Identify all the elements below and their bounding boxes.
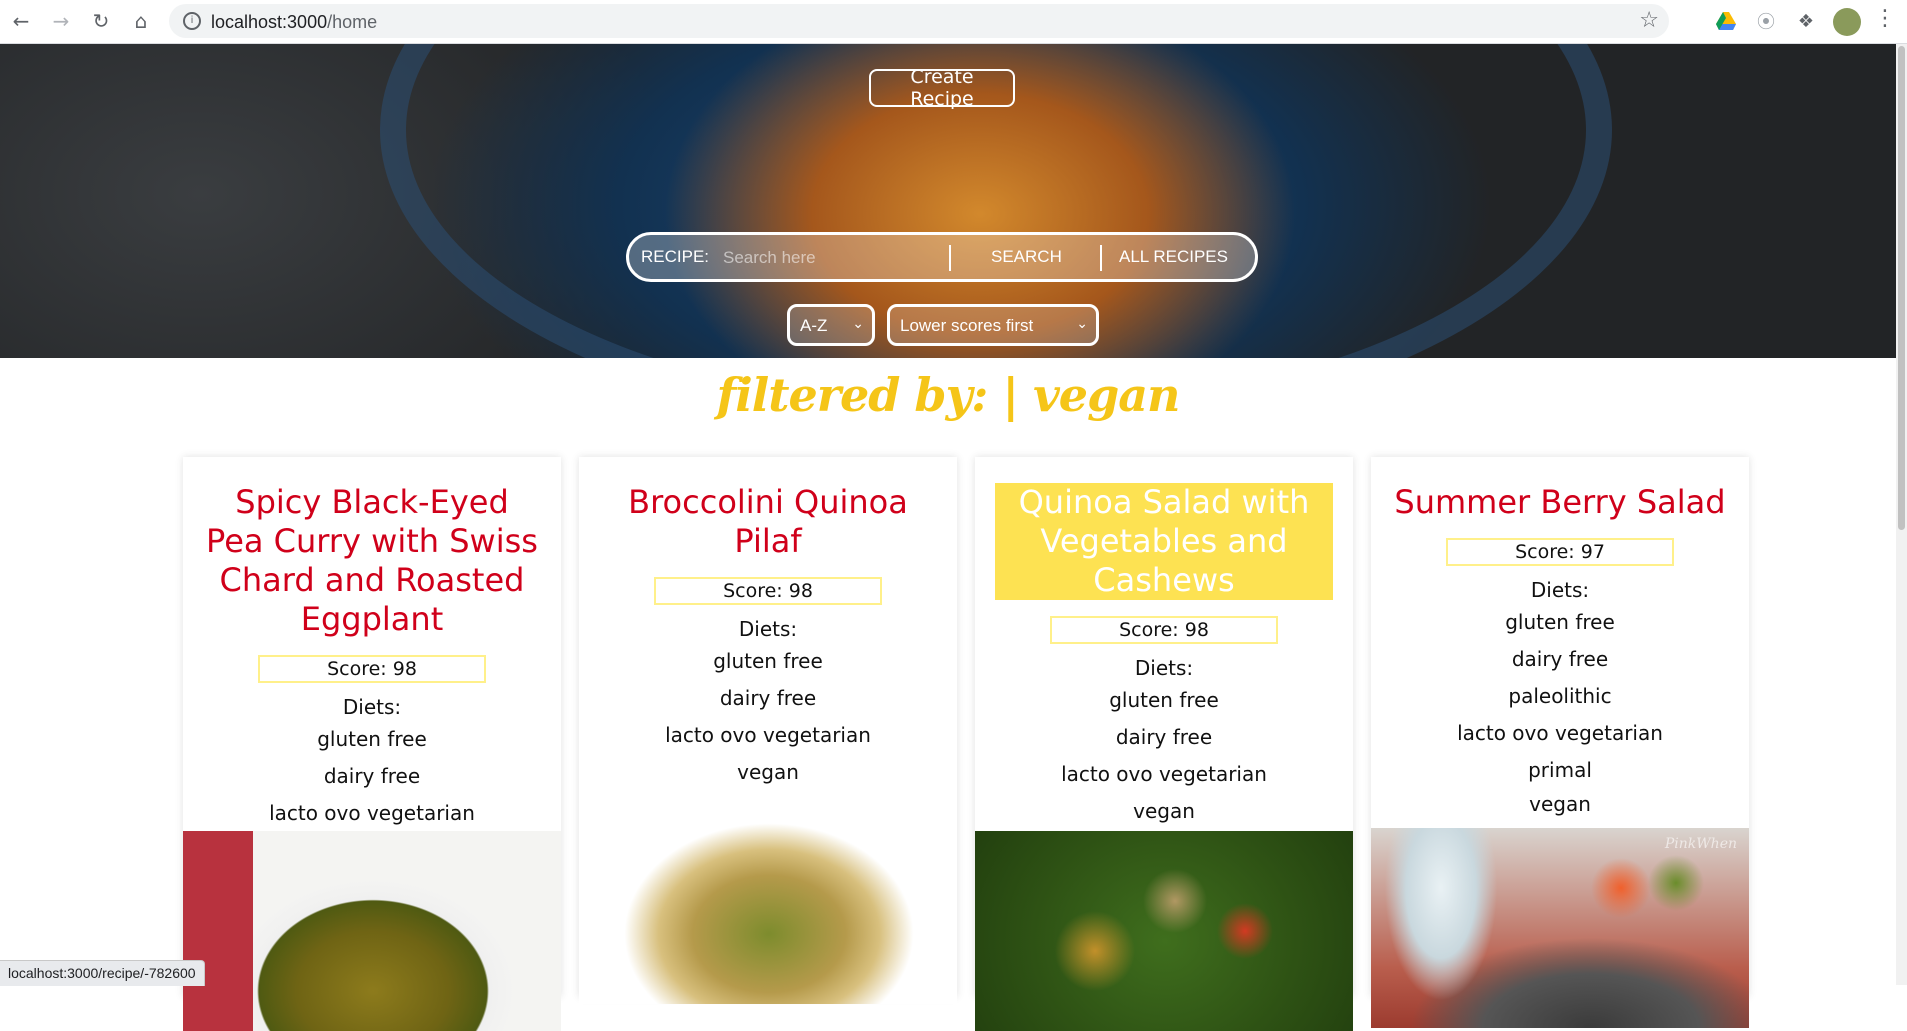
score-sort-select[interactable]: Lower scores first ⌄ <box>887 304 1099 346</box>
divider <box>949 245 951 271</box>
profile-avatar[interactable] <box>1833 8 1861 36</box>
recipe-title[interactable]: Spicy Black-Eyed Pea Curry with Swiss Ch… <box>203 483 541 639</box>
forward-arrow-icon[interactable]: → <box>48 8 74 34</box>
recipe-card[interactable]: Quinoa Salad with Vegetables and Cashews… <box>975 457 1353 1031</box>
address-bar[interactable]: i localhost:3000/home ☆ <box>169 4 1669 38</box>
score-sort-value: Lower scores first <box>900 316 1034 335</box>
url-path: /home <box>327 12 378 32</box>
alphabetical-sort-select[interactable]: A-Z ⌄ <box>787 304 875 346</box>
back-arrow-icon[interactable]: ← <box>8 8 34 34</box>
recipe-card[interactable]: Summer Berry Salad Score: 97 Diets: glut… <box>1371 457 1749 1028</box>
recipe-score: Score: 98 <box>258 655 486 683</box>
recipe-score: Score: 98 <box>1050 616 1278 644</box>
diets-label: Diets: <box>1134 656 1194 680</box>
diet-item: gluten free <box>1109 688 1219 712</box>
recipe-image[interactable] <box>183 831 561 1031</box>
diet-item: primal <box>1528 758 1592 782</box>
filter-heading: filtered by: | vegan <box>716 368 1181 422</box>
info-icon[interactable]: i <box>183 12 201 30</box>
recipe-title[interactable]: Quinoa Salad with Vegetables and Cashews <box>995 483 1333 600</box>
reload-icon[interactable]: ↻ <box>88 8 114 34</box>
diet-item: paleolithic <box>1508 684 1612 708</box>
page-scrollbar[interactable] <box>1896 44 1907 985</box>
recipe-score: Score: 97 <box>1446 538 1674 566</box>
address-url[interactable]: localhost:3000/home <box>211 12 377 33</box>
browser-toolbar: ← → ↻ ⌂ i localhost:3000/home ☆ ⦿ ❖ ⋮ <box>0 0 1907 44</box>
search-button[interactable]: SEARCH <box>991 247 1062 267</box>
all-recipes-button[interactable]: ALL RECIPES <box>1119 247 1228 267</box>
recipe-title[interactable]: Summer Berry Salad <box>1391 483 1729 522</box>
diet-item: lacto ovo vegetarian <box>1061 762 1267 786</box>
diet-item: lacto ovo vegetarian <box>269 801 475 825</box>
puzzle-icon[interactable]: ❖ <box>1794 9 1818 33</box>
diet-item: gluten free <box>713 649 823 673</box>
diet-item: gluten free <box>317 727 427 751</box>
extension-icon[interactable]: ⦿ <box>1754 9 1778 33</box>
diets-label: Diets: <box>342 695 402 719</box>
image-watermark: PinkWhen <box>1664 836 1737 852</box>
create-recipe-button[interactable]: Create Recipe <box>869 66 1015 110</box>
hero-banner: Create Recipe RECIPE: SEARCH ALL RECIPES… <box>0 44 1896 358</box>
diet-item: dairy free <box>1511 647 1609 671</box>
diet-item: vegan <box>1133 799 1195 823</box>
diet-item: vegan <box>1529 792 1591 816</box>
scrollbar-thumb[interactable] <box>1898 46 1905 530</box>
diet-item: lacto ovo vegetarian <box>1457 721 1663 745</box>
diet-item: dairy free <box>323 764 421 788</box>
search-input[interactable] <box>721 244 960 272</box>
recipe-image[interactable]: PinkWhen <box>1371 828 1749 1028</box>
recipe-card[interactable]: Spicy Black-Eyed Pea Curry with Swiss Ch… <box>183 457 561 1031</box>
recipe-score: Score: 98 <box>654 577 882 605</box>
search-label: RECIPE: <box>641 247 710 266</box>
recipe-image[interactable] <box>975 831 1353 1031</box>
home-icon[interactable]: ⌂ <box>128 8 154 34</box>
diet-item: dairy free <box>1115 725 1213 749</box>
search-bar: RECIPE: SEARCH ALL RECIPES <box>626 232 1258 282</box>
napkin-decoration <box>183 831 253 1031</box>
recipe-title[interactable]: Broccolini Quinoa Pilaf <box>599 483 937 561</box>
recipe-card[interactable]: Broccolini Quinoa Pilaf Score: 98 Diets:… <box>579 457 957 1004</box>
chevron-down-icon: ⌄ <box>852 315 864 331</box>
diets-label: Diets: <box>1530 578 1590 602</box>
drive-icon[interactable] <box>1714 9 1738 33</box>
chevron-down-icon: ⌄ <box>1076 315 1088 331</box>
diets-label: Diets: <box>738 617 798 641</box>
recipe-image[interactable] <box>579 804 957 1004</box>
more-menu-icon[interactable]: ⋮ <box>1874 6 1896 31</box>
diet-item: vegan <box>737 760 799 784</box>
diet-item: lacto ovo vegetarian <box>665 723 871 747</box>
alphabetical-sort-value: A-Z <box>800 316 828 335</box>
url-host: localhost:3000 <box>211 12 328 32</box>
link-status-bar: localhost:3000/recipe/-782600 <box>0 960 205 986</box>
star-icon[interactable]: ☆ <box>1639 8 1659 33</box>
diet-item: gluten free <box>1505 610 1615 634</box>
diet-item: dairy free <box>719 686 817 710</box>
divider <box>1100 245 1102 271</box>
